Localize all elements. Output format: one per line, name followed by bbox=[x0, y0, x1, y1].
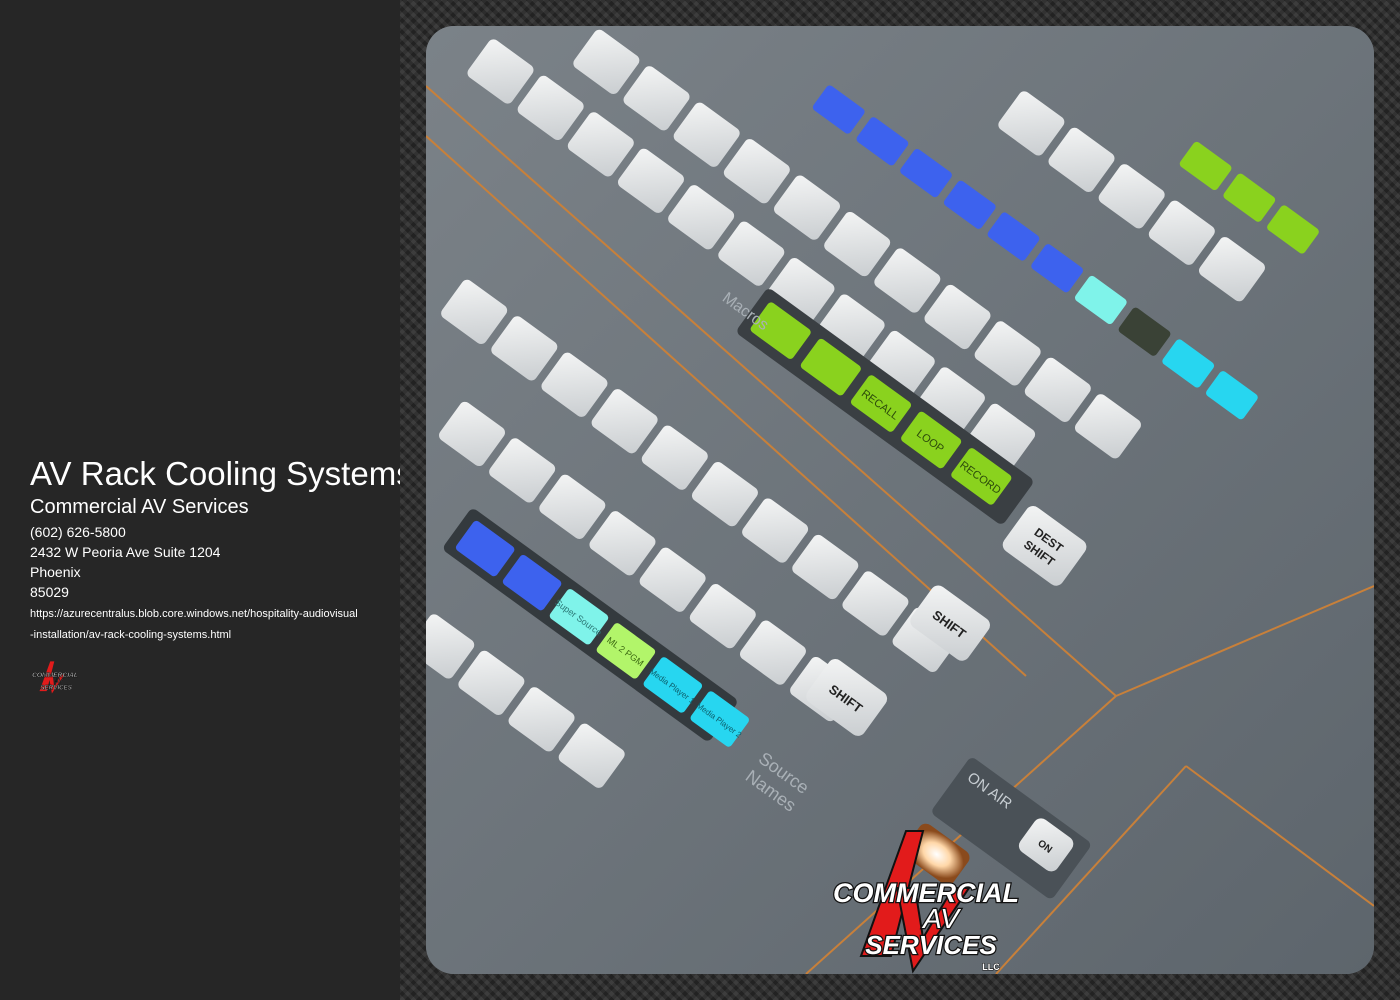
zip-code: 85029 bbox=[30, 584, 69, 600]
company-logo-small: COMMERCIAL AV SERVICES bbox=[32, 661, 78, 694]
page-title: AV Rack Cooling Systems bbox=[30, 455, 400, 492]
carbon-fiber-background: SHIFT RECALL LOOP RECORD Macros DEST SHI… bbox=[400, 0, 1400, 1000]
small-logo-line3: SERVICES bbox=[41, 685, 73, 692]
logo-line3: SERVICES bbox=[865, 930, 997, 960]
logo-llc: LLC bbox=[982, 962, 1000, 972]
business-info: AV Rack Cooling Systems Commercial AV Se… bbox=[30, 454, 400, 696]
small-logo-line1: COMMERCIAL bbox=[32, 672, 78, 679]
page-url[interactable]: https://azurecentralus.blob.core.windows… bbox=[30, 604, 360, 646]
phone-number: (602) 626-5800 bbox=[30, 524, 126, 540]
switcher-photo: SHIFT RECALL LOOP RECORD Macros DEST SHI… bbox=[426, 26, 1374, 974]
sidebar: AV Rack Cooling Systems Commercial AV Se… bbox=[0, 0, 400, 1000]
company-name: Commercial AV Services bbox=[30, 496, 249, 518]
company-logo-large: COMMERCIAL AV SERVICES LLC bbox=[832, 830, 1020, 974]
city: Phoenix bbox=[30, 564, 81, 580]
street-address: 2432 W Peoria Ave Suite 1204 bbox=[30, 544, 221, 560]
small-logo-line2: AV bbox=[53, 678, 63, 685]
